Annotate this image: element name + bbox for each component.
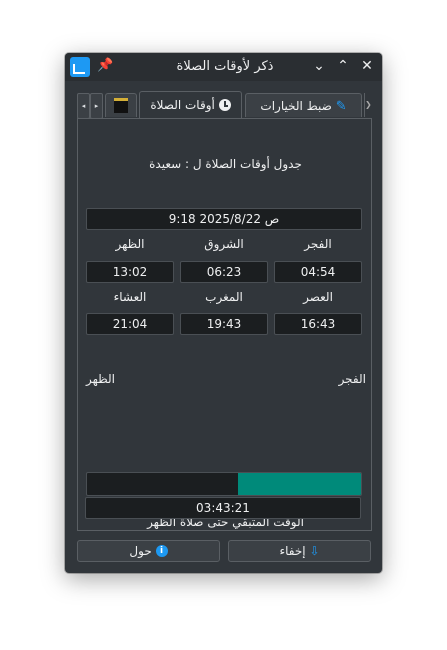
hide-button-label: إخفاء [279,544,306,558]
about-button-label: حول [129,544,152,558]
prayer-label-asr: العصر [303,290,333,304]
minimize-button[interactable]: ⌄ [311,58,327,74]
progress-to-label: الظهر [86,372,115,386]
prayer-progress-bar [86,472,362,496]
tab-settings-label: ضبط الخيارات [260,99,332,113]
progress-fill [237,473,361,495]
remaining-time: 03:43:21 [85,497,361,519]
prayer-label-fajr: الفجر [304,237,332,251]
pin-icon[interactable]: 📌 [97,58,113,73]
kaaba-icon [114,97,128,113]
table-caption: جدول أوقات الصلاة ل : سعيدة [149,157,302,171]
hide-button[interactable]: إخفاء ⇩ [228,540,371,562]
tab-qibla[interactable] [105,93,137,117]
current-datetime: 9:18 2025/8/22 ص [86,208,362,230]
app-icon[interactable] [70,57,90,77]
prayer-time-fajr: 04:54 [274,261,362,283]
tools-icon: ✎ [335,99,347,114]
tab-prayer-times[interactable]: أوقات الصلاة [139,91,242,118]
app-window: 📌 ذكر لأوقات الصلاة ⌄ ⌃ ✕ ◂ ▸ أوقات الصل… [65,53,382,573]
tab-prayer-times-label: أوقات الصلاة [150,98,215,112]
tab-scroll-right-button[interactable]: ▸ [90,93,103,119]
window-title: ذكر لأوقات الصلاة [176,59,274,74]
prayer-time-sunrise: 06:23 [180,261,268,283]
arrow-down-icon: ⇩ [309,544,320,558]
prayer-label-maghrib: المغرب [205,290,243,304]
about-button[interactable]: حول i [77,540,220,562]
info-icon: i [155,544,168,557]
prayer-time-asr: 16:43 [274,313,362,335]
prayer-times-panel: جدول أوقات الصلاة ل : سعيدة 9:18 2025/8/… [77,118,372,531]
maximize-button[interactable]: ⌃ [335,58,351,74]
prayer-label-isha: العشاء [113,290,147,304]
prayer-time-maghrib: 19:43 [180,313,268,335]
prayer-time-dhuhr: 13:02 [86,261,174,283]
tab-settings[interactable]: ضبط الخيارات ✎ [245,93,362,117]
close-button[interactable]: ✕ [359,58,375,74]
tab-bar: ◂ ▸ أوقات الصلاة ضبط الخيارات ✎ ❯ [77,91,373,119]
tab-more-indicator[interactable]: ❯ [364,93,373,117]
prayer-label-dhuhr: الظهر [115,237,145,251]
clock-icon [218,98,231,111]
tab-scroll-left-button[interactable]: ◂ [77,93,90,119]
prayer-label-sunrise: الشروق [204,237,244,251]
title-bar[interactable]: 📌 ذكر لأوقات الصلاة ⌄ ⌃ ✕ [65,53,382,81]
prayer-time-isha: 21:04 [86,313,174,335]
progress-from-label: الفجر [338,372,366,386]
